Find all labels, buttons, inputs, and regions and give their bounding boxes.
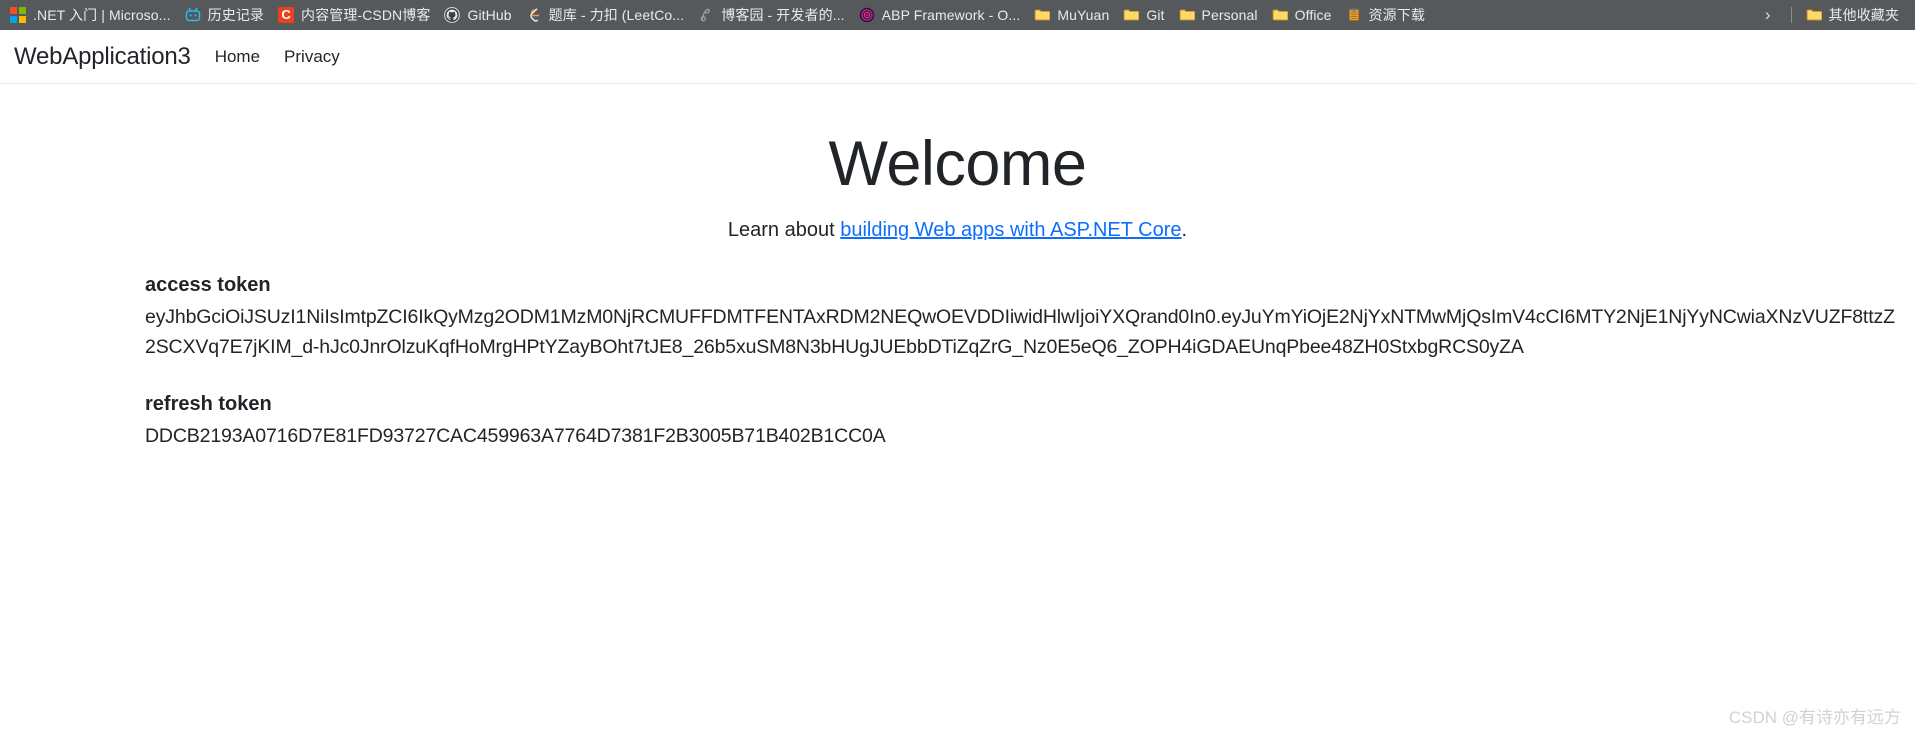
bilibili-icon <box>185 7 201 23</box>
bookmark-abp[interactable]: ABP Framework - O... <box>855 3 1029 27</box>
bookmark-cnblogs[interactable]: 博客园 - 开发者的... <box>694 3 852 27</box>
bookmark-label: ABP Framework - O... <box>881 7 1021 23</box>
nav-link-home[interactable]: Home <box>215 47 260 67</box>
bookmarks-divider <box>1790 7 1792 23</box>
main-content: Welcome Learn about building Web apps wi… <box>0 129 1915 452</box>
bookmark-folder-personal[interactable]: Personal <box>1175 3 1266 27</box>
bookmarks-overflow-chevron-icon[interactable]: › <box>1755 3 1781 27</box>
cnblogs-icon <box>698 7 714 23</box>
bookmark-label: 题库 - 力扣 (LeetCo... <box>548 7 685 23</box>
refresh-token-label: refresh token <box>145 392 272 415</box>
bookmark-github[interactable]: GitHub <box>440 3 519 27</box>
bookmark-label: 历史记录 <box>207 7 265 23</box>
csdn-icon: C <box>278 7 295 23</box>
bookmark-label: MuYuan <box>1057 7 1110 23</box>
page-title: Welcome <box>828 129 1087 199</box>
bookmark-label: .NET 入门 | Microso... <box>33 7 171 23</box>
bookmark-label: Office <box>1294 7 1332 23</box>
bookmark-label: 内容管理-CSDN博客 <box>301 7 431 23</box>
bookmark-csdn[interactable]: C 内容管理-CSDN博客 <box>274 3 438 27</box>
bookmark-leetcode[interactable]: 题库 - 力扣 (LeetCo... <box>522 3 693 27</box>
bookmark-history[interactable]: 历史记录 <box>181 3 272 27</box>
abp-icon <box>859 7 875 23</box>
bookmark-label: Personal <box>1201 7 1258 23</box>
browser-bookmarks-bar: .NET 入门 | Microso... 历史记录 C 内容管理-CSDN博客 … <box>0 0 1915 30</box>
learn-about-line: Learn about building Web apps with ASP.N… <box>0 219 1915 242</box>
bookmark-folder-git[interactable]: Git <box>1119 3 1172 27</box>
csdn-watermark: CSDN @有诗亦有远方 <box>1728 708 1901 727</box>
bookmark-label: 其他收藏夹 <box>1828 7 1899 23</box>
bookmark-folder-office[interactable]: Office <box>1268 3 1340 27</box>
microsoft-logo-icon <box>10 7 26 23</box>
bookmark-other-bookmarks[interactable]: 其他收藏夹 <box>1802 3 1908 27</box>
folder-icon <box>1272 7 1288 23</box>
bookmark-folder-muyuan[interactable]: MuYuan <box>1030 3 1117 27</box>
bookmark-downloads[interactable]: 资源下载 <box>1342 3 1433 27</box>
folder-icon <box>1123 7 1140 23</box>
refresh-token-value: DDCB2193A0716D7E81FD93727CAC459963A7764D… <box>145 424 886 447</box>
aspnet-core-docs-link[interactable]: building Web apps with ASP.NET Core <box>840 219 1181 241</box>
github-icon <box>444 7 461 23</box>
nav-link-privacy[interactable]: Privacy <box>284 47 340 67</box>
access-token-block: access token eyJhbGciOiJSUzI1NiIsImtpZCI… <box>0 274 1915 362</box>
folder-icon <box>1806 7 1822 23</box>
leetcode-icon <box>526 7 542 23</box>
folder-icon <box>1034 7 1051 23</box>
bookmark-label: 博客园 - 开发者的... <box>721 7 845 23</box>
bookmark-dotnet[interactable]: .NET 入门 | Microso... <box>6 3 179 27</box>
folder-icon <box>1179 7 1195 23</box>
access-token-label: access token <box>145 274 271 297</box>
bookmark-label: 资源下载 <box>1368 7 1425 23</box>
refresh-token-block: refresh token DDCB2193A0716D7E81FD93727C… <box>0 393 1915 452</box>
access-token-value: eyJhbGciOiJSUzI1NiIsImtpZCI6IkQyMzg2ODM1… <box>145 306 1895 358</box>
bookmark-label: GitHub <box>467 7 512 23</box>
learn-prefix-text: Learn about <box>727 219 841 242</box>
download-icon <box>1346 7 1362 23</box>
bookmark-label: Git <box>1146 7 1165 23</box>
learn-suffix-text: . <box>1181 219 1188 242</box>
brand-link[interactable]: WebApplication3 <box>14 43 191 71</box>
bookmarks-bar-right-group: › 其他收藏夹 <box>1755 3 1909 27</box>
site-navbar: WebApplication3 Home Privacy <box>0 30 1915 84</box>
